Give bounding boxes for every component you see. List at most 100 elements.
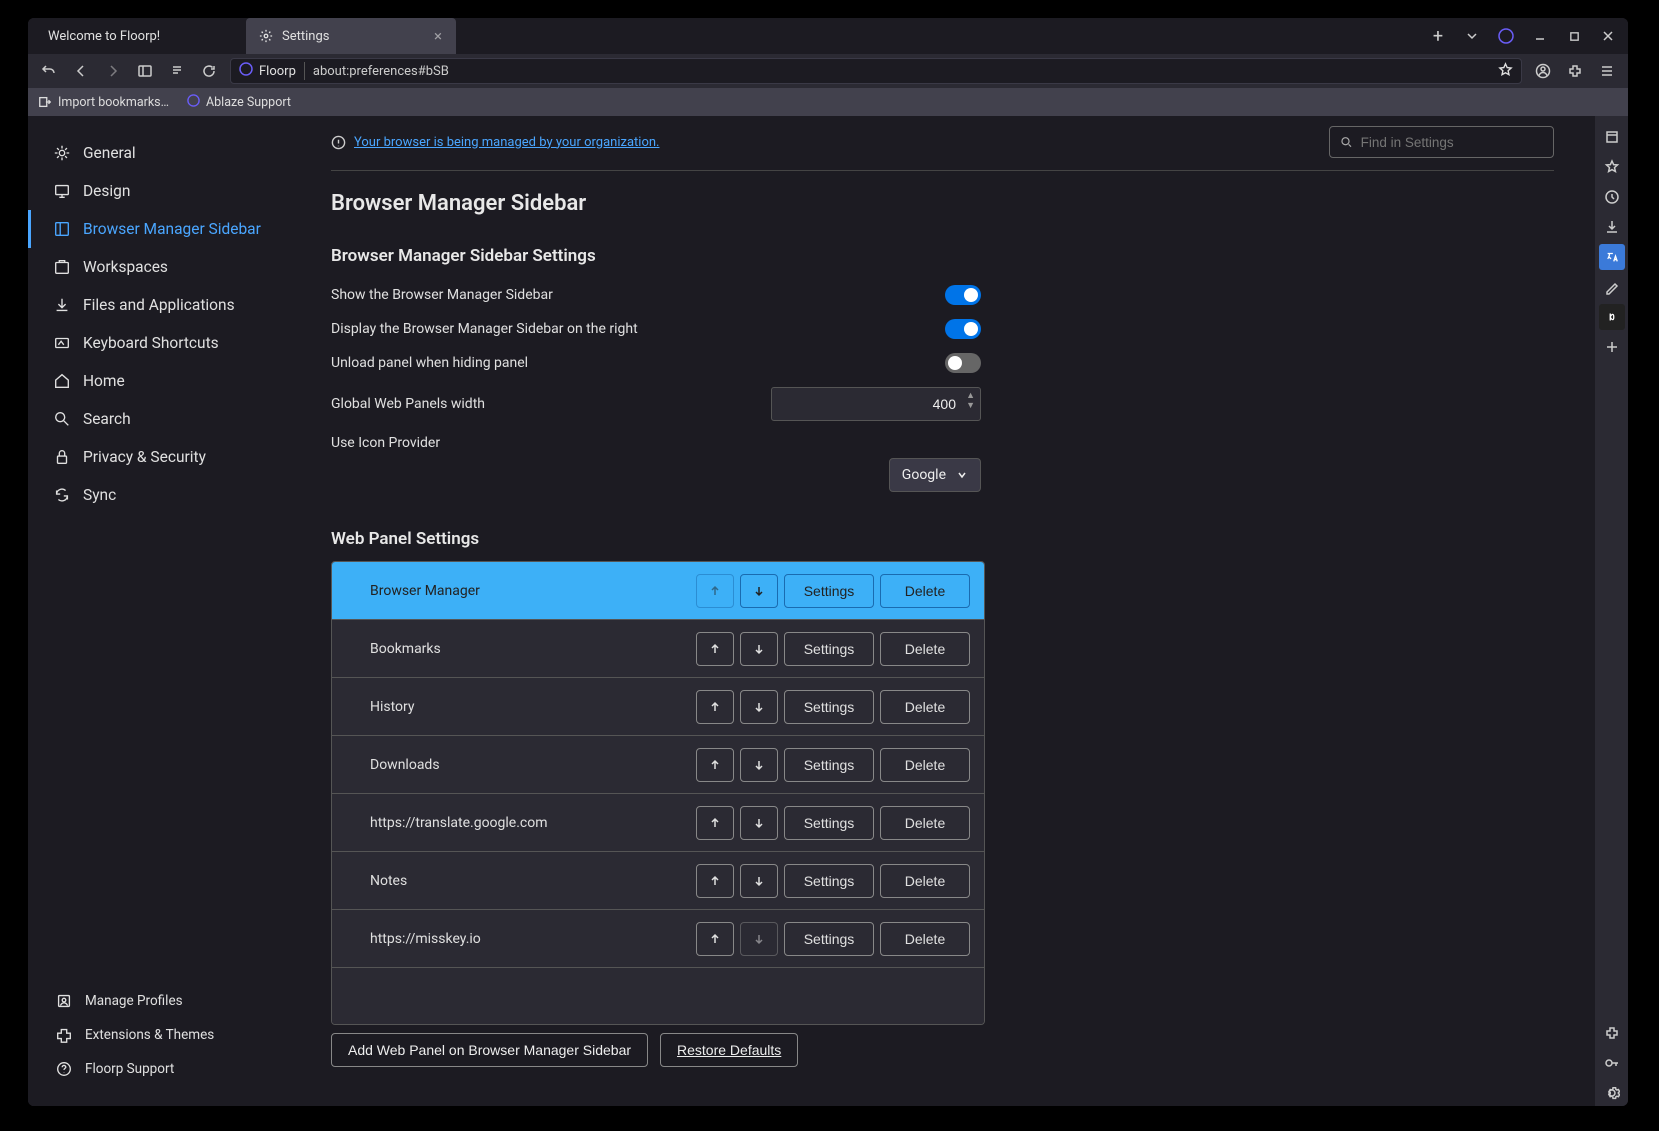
toggle-unload-panel[interactable] bbox=[945, 353, 981, 373]
rail-extensions-icon[interactable] bbox=[1599, 1020, 1625, 1046]
sidebar-item-search[interactable]: Search bbox=[28, 400, 291, 438]
move-up-button[interactable] bbox=[696, 864, 734, 898]
panel-delete-button[interactable]: Delete bbox=[880, 806, 970, 840]
app-menu-button[interactable] bbox=[1592, 57, 1622, 85]
panel-settings-button[interactable]: Settings bbox=[784, 690, 874, 724]
rail-browser-manager-icon[interactable] bbox=[1599, 124, 1625, 150]
bookmark-star-icon[interactable] bbox=[1498, 62, 1513, 81]
icon-provider-dropdown[interactable]: Google bbox=[889, 458, 981, 492]
rail-history-icon[interactable] bbox=[1599, 184, 1625, 210]
panel-delete-button[interactable]: Delete bbox=[880, 748, 970, 782]
forward-button[interactable] bbox=[98, 57, 128, 85]
managed-link[interactable]: Your browser is being managed by your or… bbox=[354, 135, 659, 150]
sidebar-item-design[interactable]: Design bbox=[28, 172, 291, 210]
sidebar-item-keyboard-shortcuts[interactable]: Keyboard Shortcuts bbox=[28, 324, 291, 362]
rail-key-icon[interactable] bbox=[1599, 1050, 1625, 1076]
rail-downloads-icon[interactable] bbox=[1599, 214, 1625, 240]
move-down-button[interactable] bbox=[740, 574, 778, 608]
move-down-button[interactable] bbox=[740, 806, 778, 840]
panel-name: https://misskey.io bbox=[370, 931, 690, 947]
settings-sidebar: General Design Browser Manager Sidebar W… bbox=[28, 116, 291, 1106]
move-up-button[interactable] bbox=[696, 748, 734, 782]
close-icon[interactable]: × bbox=[432, 27, 444, 45]
panel-delete-button[interactable]: Delete bbox=[880, 864, 970, 898]
panel-delete-button[interactable]: Delete bbox=[880, 690, 970, 724]
add-web-panel-button[interactable]: Add Web Panel on Browser Manager Sidebar bbox=[331, 1033, 648, 1067]
panel-row[interactable]: Browser ManagerSettingsDelete bbox=[332, 562, 984, 620]
sidebar-manage-profiles[interactable]: Manage Profiles bbox=[28, 984, 291, 1018]
panel-row[interactable]: https://misskey.io SettingsDelete bbox=[332, 910, 984, 968]
new-tab-button[interactable]: + bbox=[1426, 24, 1450, 48]
url-bar[interactable]: Floorp about:preferences#bSB bbox=[230, 58, 1522, 84]
move-down-button[interactable] bbox=[740, 632, 778, 666]
sidebar-extensions-themes[interactable]: Extensions & Themes bbox=[28, 1018, 291, 1052]
extensions-button[interactable] bbox=[1560, 57, 1590, 85]
tab-title: Settings bbox=[282, 29, 329, 44]
panel-delete-button[interactable]: Delete bbox=[880, 574, 970, 608]
move-up-button[interactable] bbox=[696, 806, 734, 840]
panel-delete-button[interactable]: Delete bbox=[880, 632, 970, 666]
panel-row[interactable]: NotesSettingsDelete bbox=[332, 852, 984, 910]
tab-welcome[interactable]: Welcome to Floorp! bbox=[36, 18, 246, 54]
sidebar-item-workspaces[interactable]: Workspaces bbox=[28, 248, 291, 286]
setting-label: Global Web Panels width bbox=[331, 396, 485, 412]
move-up-button[interactable] bbox=[696, 690, 734, 724]
move-down-button[interactable] bbox=[740, 748, 778, 782]
panel-row[interactable]: DownloadsSettingsDelete bbox=[332, 736, 984, 794]
rail-notes-icon[interactable] bbox=[1599, 274, 1625, 300]
browser-manager-sidebar-rail bbox=[1594, 116, 1628, 1106]
panel-settings-button[interactable]: Settings bbox=[784, 922, 874, 956]
reader-view-button[interactable] bbox=[162, 57, 192, 85]
sidebar-item-browser-manager-sidebar[interactable]: Browser Manager Sidebar bbox=[28, 210, 291, 248]
window-maximize-button[interactable] bbox=[1562, 24, 1586, 48]
settings-content: Your browser is being managed by your or… bbox=[291, 116, 1594, 1106]
identity-box[interactable]: Floorp bbox=[239, 62, 305, 80]
panel-list-empty-space bbox=[332, 968, 984, 1024]
sidebar-item-general[interactable]: General bbox=[28, 134, 291, 172]
move-up-button[interactable] bbox=[696, 922, 734, 956]
toggle-show-sidebar[interactable] bbox=[945, 285, 981, 305]
panel-width-input[interactable] bbox=[771, 387, 981, 421]
setting-label: Display the Browser Manager Sidebar on t… bbox=[331, 321, 638, 337]
window-close-button[interactable] bbox=[1596, 24, 1620, 48]
panel-row[interactable]: https://translate.google.comSettingsDele… bbox=[332, 794, 984, 852]
undo-close-tab-button[interactable] bbox=[34, 57, 64, 85]
panel-row[interactable]: HistorySettingsDelete bbox=[332, 678, 984, 736]
move-down-button[interactable] bbox=[740, 690, 778, 724]
rail-bookmarks-icon[interactable] bbox=[1599, 154, 1625, 180]
move-down-button[interactable] bbox=[740, 864, 778, 898]
tab-settings[interactable]: Settings × bbox=[246, 18, 456, 54]
tab-bar: Welcome to Floorp! Settings × + bbox=[28, 18, 1628, 54]
back-button[interactable] bbox=[66, 57, 96, 85]
number-spinner-icon[interactable]: ▲▼ bbox=[966, 391, 975, 411]
toggle-sidebar-right[interactable] bbox=[945, 319, 981, 339]
rail-add-button[interactable] bbox=[1599, 334, 1625, 360]
move-up-button[interactable] bbox=[696, 632, 734, 666]
sidebar-toggle-button[interactable] bbox=[130, 57, 160, 85]
panel-settings-button[interactable]: Settings bbox=[784, 806, 874, 840]
sidebar-item-home[interactable]: Home bbox=[28, 362, 291, 400]
rail-misskey-icon[interactable] bbox=[1599, 304, 1625, 330]
tab-dropdown-button[interactable] bbox=[1460, 24, 1484, 48]
ablaze-support-bookmark[interactable]: Ablaze Support bbox=[187, 94, 291, 111]
rail-translate-icon[interactable] bbox=[1599, 244, 1625, 270]
sidebar-item-sync[interactable]: Sync bbox=[28, 476, 291, 514]
find-input[interactable] bbox=[1361, 135, 1543, 150]
panel-settings-button[interactable]: Settings bbox=[784, 864, 874, 898]
managed-by-org-message: Your browser is being managed by your or… bbox=[331, 135, 659, 150]
sidebar-floorp-support[interactable]: Floorp Support bbox=[28, 1052, 291, 1086]
import-bookmarks-button[interactable]: Import bookmarks… bbox=[38, 95, 169, 110]
panel-settings-button[interactable]: Settings bbox=[784, 748, 874, 782]
find-in-settings[interactable] bbox=[1329, 126, 1554, 158]
panel-settings-button[interactable]: Settings bbox=[784, 574, 874, 608]
panel-delete-button[interactable]: Delete bbox=[880, 922, 970, 956]
window-minimize-button[interactable] bbox=[1528, 24, 1552, 48]
account-button[interactable] bbox=[1528, 57, 1558, 85]
panel-settings-button[interactable]: Settings bbox=[784, 632, 874, 666]
restore-defaults-button[interactable]: Restore Defaults bbox=[660, 1033, 798, 1067]
sidebar-item-files-applications[interactable]: Files and Applications bbox=[28, 286, 291, 324]
rail-settings-icon[interactable] bbox=[1599, 1080, 1625, 1106]
panel-row[interactable]: BookmarksSettingsDelete bbox=[332, 620, 984, 678]
reload-button[interactable] bbox=[194, 57, 224, 85]
sidebar-item-privacy-security[interactable]: Privacy & Security bbox=[28, 438, 291, 476]
